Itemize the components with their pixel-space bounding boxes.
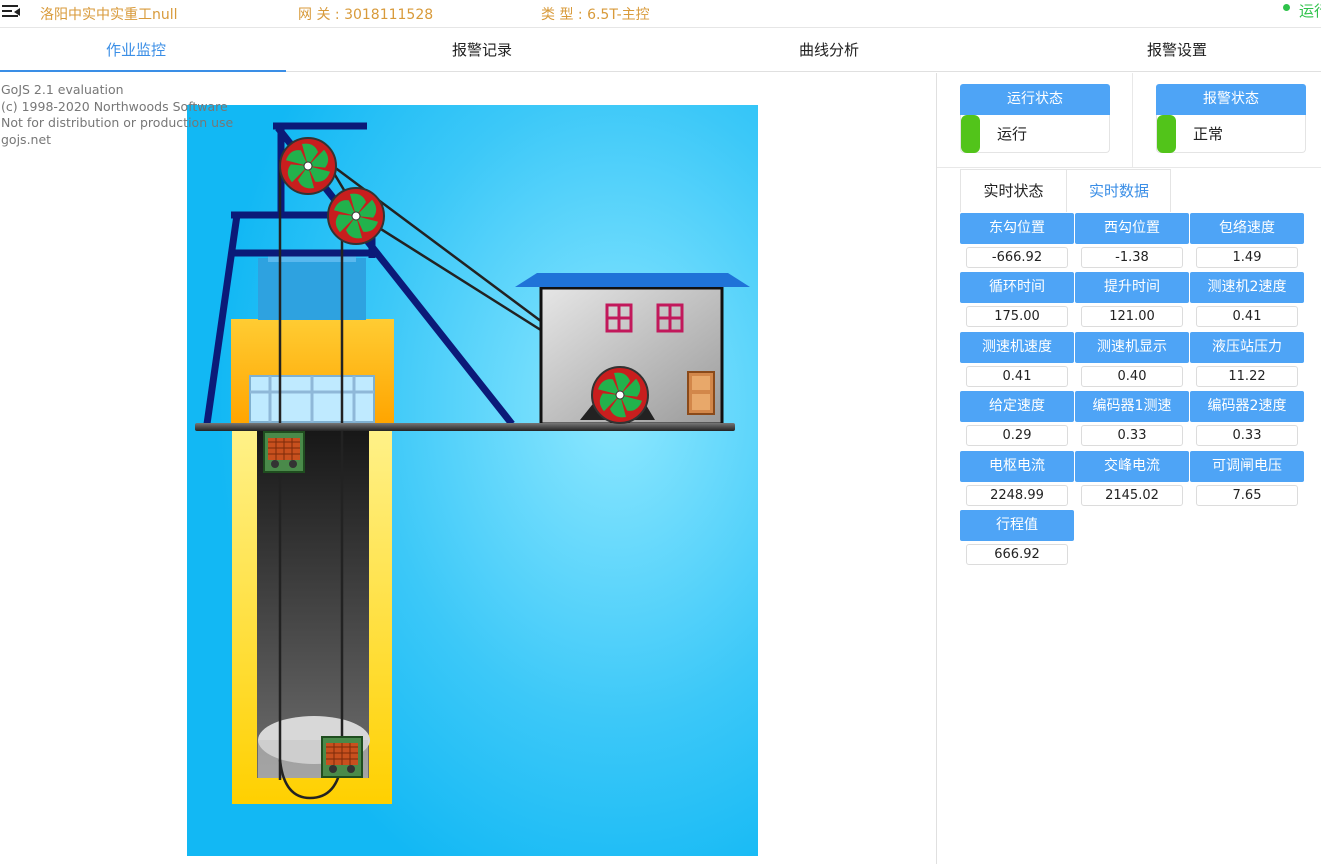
data-label: 东勾位置 <box>960 213 1074 244</box>
pane-divider <box>936 73 937 864</box>
data-value: 666.92 <box>966 544 1068 565</box>
run-status-title: 运行状态 <box>960 84 1110 115</box>
data-label: 给定速度 <box>960 391 1074 422</box>
data-label: 液压站压力 <box>1190 332 1304 363</box>
data-value: 2248.99 <box>966 485 1068 506</box>
data-cell: 可调闸电压 7.65 <box>1190 451 1304 506</box>
run-status-value: 运行 <box>997 125 1028 143</box>
data-label: 行程值 <box>960 510 1074 541</box>
data-cell: 提升时间 121.00 <box>1075 272 1189 327</box>
data-label: 编码器1测速 <box>1075 391 1189 422</box>
active-tab-indicator <box>0 70 286 72</box>
section-divider <box>937 167 1321 168</box>
status-divider <box>1132 73 1133 167</box>
data-label: 交峰电流 <box>1075 451 1189 482</box>
data-label: 可调闸电压 <box>1190 451 1304 482</box>
data-cell: 测速机显示 0.40 <box>1075 332 1189 387</box>
data-cell: 给定速度 0.29 <box>960 391 1074 446</box>
data-cell: 编码器1测速 0.33 <box>1075 391 1189 446</box>
data-value: 0.41 <box>966 366 1068 387</box>
tab-curve-analysis[interactable]: 曲线分析 <box>693 29 965 72</box>
data-value: 0.33 <box>1196 425 1298 446</box>
alarm-status-box: 报警状态 正常 <box>1156 84 1306 153</box>
tab-realtime-status[interactable]: 实时状态 <box>961 170 1066 212</box>
data-label: 测速机显示 <box>1075 332 1189 363</box>
hoist-diagram[interactable] <box>0 73 936 864</box>
data-value: 0.40 <box>1081 366 1183 387</box>
data-value: -666.92 <box>966 247 1068 268</box>
run-indicator-icon <box>961 115 980 153</box>
company-name: 洛阳中实中实重工null <box>40 7 178 23</box>
alarm-status-title: 报警状态 <box>1156 84 1306 115</box>
data-value: 2145.02 <box>1081 485 1183 506</box>
data-value: 0.41 <box>1196 306 1298 327</box>
data-label: 提升时间 <box>1075 272 1189 303</box>
data-value: 1.49 <box>1196 247 1298 268</box>
alarm-status-value: 正常 <box>1193 125 1224 143</box>
tab-alarm-settings[interactable]: 报警设置 <box>1041 29 1313 72</box>
data-label: 编码器2速度 <box>1190 391 1304 422</box>
alarm-indicator-icon <box>1157 115 1176 153</box>
gateway-id: 网 关 : 3018111528 <box>298 7 434 23</box>
data-cell: 东勾位置 -666.92 <box>960 213 1074 268</box>
data-cell: 液压站压力 11.22 <box>1190 332 1304 387</box>
data-label: 测速机速度 <box>960 332 1074 363</box>
data-label: 测速机2速度 <box>1190 272 1304 303</box>
tab-job-monitor[interactable]: 作业监控 <box>0 29 272 72</box>
data-value: -1.38 <box>1081 247 1183 268</box>
data-cell: 交峰电流 2145.02 <box>1075 451 1189 506</box>
data-label: 包络速度 <box>1190 213 1304 244</box>
data-value: 121.00 <box>1081 306 1183 327</box>
data-cell: 测速机速度 0.41 <box>960 332 1074 387</box>
data-value: 11.22 <box>1196 366 1298 387</box>
data-value: 7.65 <box>1196 485 1298 506</box>
main-tabs: 作业监控 报警记录 曲线分析 报警设置 <box>0 29 1321 72</box>
data-value: 0.33 <box>1081 425 1183 446</box>
hoist-diagram-pane <box>0 73 936 864</box>
run-status-text: 运行 <box>1299 2 1321 20</box>
online-dot-icon <box>1283 4 1290 11</box>
data-label: 电枢电流 <box>960 451 1074 482</box>
data-label: 西勾位置 <box>1075 213 1189 244</box>
data-cell: 西勾位置 -1.38 <box>1075 213 1189 268</box>
data-cell: 循环时间 175.00 <box>960 272 1074 327</box>
top-bar: 洛阳中实中实重工null 网 关 : 3018111528 类 型 : 6.5T… <box>0 0 1321 28</box>
realtime-subtabs: 实时状态 实时数据 <box>960 169 1171 212</box>
tab-realtime-data[interactable]: 实时数据 <box>1066 170 1171 212</box>
data-cell: 编码器2速度 0.33 <box>1190 391 1304 446</box>
data-value: 175.00 <box>966 306 1068 327</box>
run-status-box: 运行状态 运行 <box>960 84 1110 153</box>
menu-collapse-icon[interactable] <box>2 3 22 21</box>
data-cell: 测速机2速度 0.41 <box>1190 272 1304 327</box>
tab-alarm-records[interactable]: 报警记录 <box>346 29 618 72</box>
run-status-value-row: 运行 <box>960 115 1110 153</box>
data-cell: 电枢电流 2248.99 <box>960 451 1074 506</box>
alarm-status-value-row: 正常 <box>1156 115 1306 153</box>
data-value: 0.29 <box>966 425 1068 446</box>
device-type: 类 型 : 6.5T-主控 <box>541 7 650 23</box>
data-cell: 包络速度 1.49 <box>1190 213 1304 268</box>
data-label: 循环时间 <box>960 272 1074 303</box>
data-cell: 行程值 666.92 <box>960 510 1074 565</box>
gojs-watermark: GoJS 2.1 evaluation (c) 1998-2020 Northw… <box>1 82 234 147</box>
